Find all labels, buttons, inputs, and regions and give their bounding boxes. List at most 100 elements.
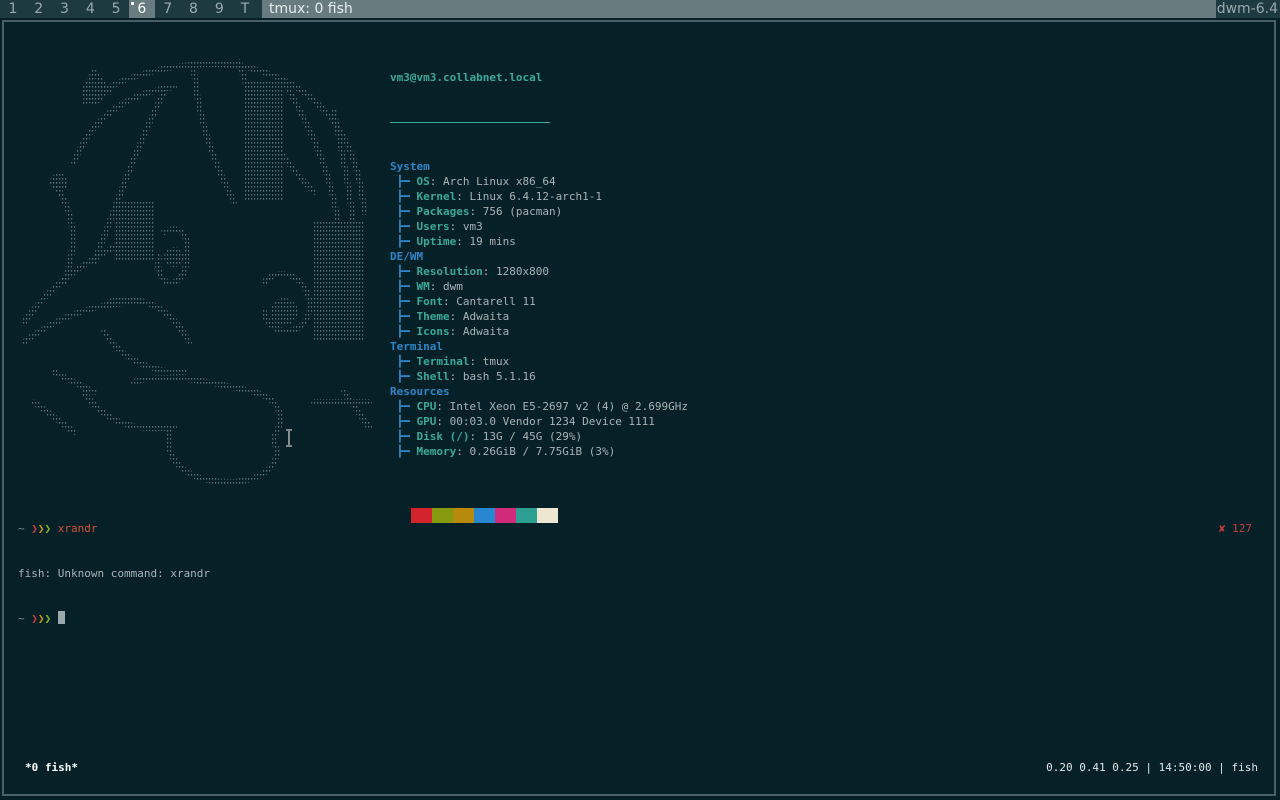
prompt-arrow-glyph: ❯ (37, 522, 45, 535)
info-key: Uptime (416, 235, 457, 248)
tree-branch: ┣━ (390, 190, 417, 203)
info-value: dwm (443, 280, 463, 293)
prompt-arrow-glyph: ❯ (44, 522, 52, 535)
tag-3[interactable]: 3 (52, 0, 78, 18)
info-key: Users (416, 220, 450, 233)
info-value: vm3 (462, 220, 483, 233)
tag-T[interactable]: T (232, 0, 258, 18)
info-value: Cantarell 11 (456, 295, 536, 308)
info-row: ┣━ Uptime: 19 mins (390, 234, 688, 249)
exit-status-badge: ✘ 127 (1218, 522, 1252, 535)
tree-branch: ┣━ (390, 325, 417, 338)
separator: : (449, 310, 463, 323)
info-row: ┣━ Resolution: 1280x800 (390, 264, 688, 279)
info-row: ┣━ Shell: bash 5.1.16 (390, 369, 688, 384)
tree-branch: ┣━ (390, 265, 417, 278)
tree-branch: ┣━ (390, 220, 417, 233)
info-row: ┣━ CPU: Intel Xeon E5-2697 v2 (4) @ 2.69… (390, 399, 688, 414)
separator: : (456, 235, 470, 248)
palette-swatch-0 (390, 508, 411, 523)
section-title: DE/WM (390, 250, 424, 263)
info-value: Linux 6.4.12-arch1-1 (469, 190, 602, 203)
info-key: Resolution (416, 265, 483, 278)
tree-branch: ┣━ (390, 175, 417, 188)
tag-1[interactable]: 1 (0, 0, 26, 18)
tree-branch: ┣━ (390, 415, 417, 428)
user-host: vm3@vm3.collabnet.local (390, 71, 543, 84)
color-palette (390, 508, 688, 523)
info-key: GPU (416, 415, 437, 428)
tag-2[interactable]: 2 (26, 0, 52, 18)
tree-branch: ┣━ (390, 400, 417, 413)
info-key: Font (416, 295, 444, 308)
tree-branch: ┣━ (390, 235, 417, 248)
info-key: Shell (416, 370, 450, 383)
section-title: Resources (390, 385, 450, 398)
header-rule (390, 122, 550, 123)
info-key: Disk (/) (416, 430, 470, 443)
text-cursor (57, 611, 65, 624)
tree-branch: ┣━ (390, 430, 417, 443)
wm-status: dwm-6.4 (1216, 1, 1278, 17)
section-title: Terminal (390, 340, 443, 353)
prompt-arrow-glyph: ❯ (37, 612, 45, 625)
section-title: System (390, 160, 430, 173)
prompt-arrow-glyph: ❯ (44, 612, 52, 625)
tree-branch: ┣━ (390, 355, 417, 368)
info-row: ┣━ Terminal: tmux (390, 354, 688, 369)
error-line: fish: Unknown command: xrandr (18, 567, 211, 580)
info-row: ┣━ Theme: Adwaita (390, 309, 688, 324)
separator: : (449, 220, 463, 233)
tag-4[interactable]: 4 (77, 0, 103, 18)
info-value: tmux (482, 355, 510, 368)
separator: : (469, 205, 483, 218)
tag-5[interactable]: 5 (103, 0, 129, 18)
shell-output[interactable]: ~ ❯❯❯ xrandr fish: Unknown command: xran… (18, 491, 210, 656)
info-key: WM (416, 280, 430, 293)
separator: : (449, 370, 463, 383)
palette-swatch-1 (411, 508, 432, 523)
info-value: Intel Xeon E5-2697 v2 (4) @ 2.699GHz (449, 400, 689, 413)
info-key: OS (416, 175, 430, 188)
info-value: Adwaita (462, 325, 510, 338)
prompt-line-2[interactable]: ~ ❯❯❯ (18, 611, 210, 626)
palette-swatch-5 (495, 508, 516, 523)
tag-8[interactable]: 8 (181, 0, 207, 18)
mouse-ibeam-icon (286, 429, 292, 447)
tree-branch: ┣━ (390, 295, 417, 308)
terminal-window[interactable]: vm3@vm3.collabnet.local System ┣━ OS: Ar… (2, 20, 1276, 796)
info-value: 1280x800 (495, 265, 549, 278)
tree-branch: ┣━ (390, 445, 417, 458)
info-key: Memory (416, 445, 457, 458)
separator: : (469, 430, 483, 443)
ascii-art-logo (21, 59, 372, 486)
tag-6[interactable]: 6 (128, 0, 155, 18)
info-row: ┣━ Font: Cantarell 11 (390, 294, 688, 309)
palette-swatch-7 (537, 508, 558, 523)
info-row: ┣━ Users: vm3 (390, 219, 688, 234)
window-title[interactable]: tmux: 0 fish (262, 0, 1216, 18)
info-row: ┣━ OS: Arch Linux x86_64 (390, 174, 688, 189)
info-value: Arch Linux x86_64 (443, 175, 556, 188)
separator: : (482, 265, 496, 278)
info-row: ┣━ Kernel: Linux 6.4.12-arch1-1 (390, 189, 688, 204)
tag-7[interactable]: 7 (155, 0, 181, 18)
separator: : (429, 175, 443, 188)
separator: : (469, 355, 483, 368)
palette-swatch-4 (474, 508, 495, 523)
info-value: 756 (pacman) (482, 205, 563, 218)
tag-9[interactable]: 9 (206, 0, 232, 18)
info-row: ┣━ Packages: 756 (pacman) (390, 204, 688, 219)
info-key: CPU (416, 400, 437, 413)
tree-branch: ┣━ (390, 310, 417, 323)
tmux-status-right: 0.20 0.41 0.25 | 14:50:00 | fish (1046, 761, 1258, 774)
info-row: ┣━ Icons: Adwaita (390, 324, 688, 339)
palette-swatch-6 (516, 508, 537, 523)
info-row: ┣━ WM: dwm (390, 279, 688, 294)
info-row: ┣━ GPU: 00:03.0 Vendor 1234 Device 1111 (390, 414, 688, 429)
prompt-arrow-glyph: ❯ (31, 522, 38, 535)
info-value: bash 5.1.16 (462, 370, 536, 383)
prompt-arrows: ❯❯❯ (31, 612, 51, 625)
info-key: Icons (416, 325, 450, 338)
tmux-window-list[interactable]: *0 fish* (25, 760, 78, 775)
